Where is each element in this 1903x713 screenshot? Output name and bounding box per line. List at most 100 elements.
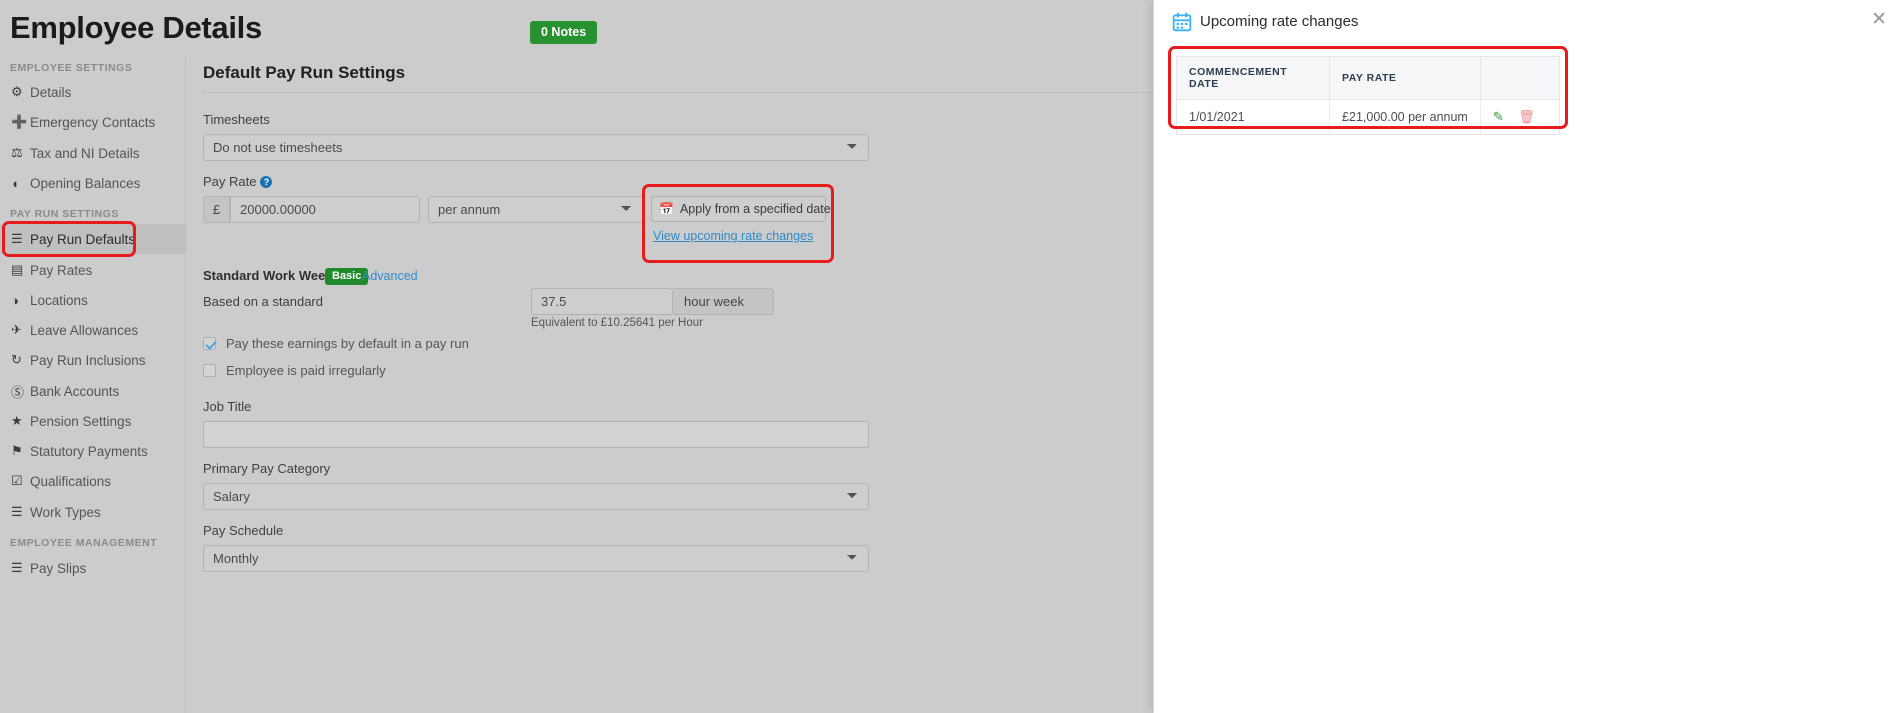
sidebar-item-label: Pay Run Inclusions [30, 352, 146, 368]
timesheets-select[interactable]: Do not use timesheets [203, 134, 869, 161]
currency-prefix: £ [203, 196, 230, 223]
sidebar-item-label: Work Types [30, 504, 101, 520]
drawer-header: Upcoming rate changes ✕ [1154, 0, 1903, 45]
pay-schedule-label: Pay Schedule [203, 523, 284, 538]
sidebar-item-statutory-payments[interactable]: ⚑ Statutory Payments [0, 436, 186, 466]
calendar-icon: 📅 [659, 202, 674, 216]
main-content: Default Pay Run Settings Timesheets Do n… [187, 57, 1153, 713]
sidebar-group-employee-settings: EMPLOYEE SETTINGS [10, 62, 133, 74]
upcoming-rate-changes-table: COMMENCEMENT DATE PAY RATE 1/01/2021 £21… [1176, 56, 1560, 135]
pay-rate-amount-input[interactable] [230, 196, 420, 223]
close-icon[interactable]: ✕ [1871, 10, 1887, 29]
employee-details-page: Employee Details 0 Notes EMPLOYEE SETTIN… [0, 0, 1903, 713]
sidebar-item-pay-rates[interactable]: ▤ Pay Rates [0, 255, 186, 285]
sidebar-item-pension-settings[interactable]: ★ Pension Settings [0, 406, 186, 436]
pay-earnings-by-default-checkbox-row[interactable]: Pay these earnings by default in a pay r… [203, 336, 469, 351]
sidebar-item-tax-and-ni-details[interactable]: ⚖ Tax and NI Details [0, 138, 186, 168]
paid-irregularly-checkbox-row[interactable]: Employee is paid irregularly [203, 363, 386, 378]
sidebar-item-label: Locations [30, 292, 88, 308]
sidebar-item-label: Pension Settings [30, 413, 132, 429]
section-title: Default Pay Run Settings [203, 63, 406, 82]
pay-rate-period-select[interactable]: per annum [428, 196, 643, 223]
checkbox-label: Employee is paid irregularly [226, 363, 386, 378]
sidebar-item-leave-allowances[interactable]: ✈ Leave Allowances [0, 315, 186, 345]
sidebar-item-label: Pay Run Defaults [30, 231, 136, 247]
column-header-pay-rate: PAY RATE [1329, 56, 1481, 100]
sidebar: EMPLOYEE SETTINGS PAY RUN SETTINGS EMPLO… [0, 57, 186, 713]
sidebar-item-emergency-contacts[interactable]: ➕ Emergency Contacts [0, 107, 186, 137]
sidebar-item-details[interactable]: ⚙ Details [0, 77, 186, 107]
sidebar-item-label: Emergency Contacts [30, 114, 156, 130]
sidebar-item-label: Qualifications [30, 473, 112, 489]
sidebar-item-label: Pay Slips [30, 560, 87, 576]
sidebar-item-qualifications[interactable]: ☑ Qualifications [0, 466, 186, 496]
pay-rate-label-text: Pay Rate [203, 174, 257, 189]
money-icon: ▤ [11, 262, 24, 277]
sidebar-item-label: Pay Rates [30, 262, 93, 278]
checkbox-icon[interactable] [203, 337, 216, 350]
sidebar-group-pay-run-settings: PAY RUN SETTINGS [10, 208, 119, 220]
sidebar-item-pay-run-inclusions[interactable]: ↻ Pay Run Inclusions [0, 345, 186, 375]
section-divider [203, 92, 1153, 93]
gear-icon: ⚙ [11, 84, 23, 99]
tag-icon: ⚑ [11, 443, 23, 458]
column-header-commencement-date: COMMENCEMENT DATE [1176, 56, 1331, 100]
refresh-icon: ↻ [11, 352, 22, 367]
sidebar-item-label: Statutory Payments [30, 443, 148, 459]
cell-actions: ✎ 🗑 [1480, 99, 1560, 135]
cell-commencement-date: 1/01/2021 [1176, 99, 1331, 135]
sidebar-item-pay-run-defaults[interactable]: ☰ Pay Run Defaults [0, 224, 186, 254]
plane-icon: ✈ [11, 322, 22, 337]
upcoming-rate-changes-drawer: Upcoming rate changes ✕ COMMENCEMENT DAT… [1153, 0, 1903, 713]
checkbox-icon: ☑ [11, 473, 23, 488]
sidebar-item-label: Bank Accounts [30, 383, 120, 399]
primary-pay-category-select[interactable]: Salary [203, 483, 869, 510]
table-header-row: COMMENCEMENT DATE PAY RATE [1176, 56, 1560, 100]
document-icon: ☰ [11, 560, 23, 575]
plus-icon: ➕ [11, 114, 28, 129]
apply-button-label: Apply from a specified date [679, 202, 831, 216]
cell-pay-rate: £21,000.00 per annum [1329, 99, 1481, 135]
sidebar-item-label: Tax and NI Details [30, 145, 140, 161]
sidebar-item-label: Leave Allowances [30, 322, 139, 338]
standard-work-week-label: Standard Work Week [203, 268, 333, 283]
primary-pay-category-label: Primary Pay Category [203, 461, 331, 476]
sidebar-item-bank-accounts[interactable]: Ⓢ Bank Accounts [0, 376, 186, 406]
checkbox-icon[interactable] [203, 364, 216, 377]
pay-rate-label: Pay Rate? [203, 174, 273, 189]
standard-hours-input[interactable] [531, 288, 673, 315]
checkbox-label: Pay these earnings by default in a pay r… [226, 336, 469, 351]
book-icon: ☰ [11, 504, 23, 519]
sidebar-group-employee-management: EMPLOYEE MANAGEMENT [10, 537, 158, 549]
page-title: Employee Details [10, 10, 262, 45]
help-icon[interactable]: ? [260, 176, 273, 188]
sidebar-item-locations[interactable]: ◑ Locations [0, 285, 186, 315]
sidebar-item-opening-balances[interactable]: ◖ Opening Balances [0, 168, 186, 198]
sidebar-item-label: Opening Balances [30, 175, 141, 191]
sidebar-item-label: Details [30, 84, 72, 100]
edit-icon[interactable]: ✎ [1493, 109, 1504, 125]
sidebar-item-work-types[interactable]: ☰ Work Types [0, 497, 186, 527]
pay-schedule-select[interactable]: Monthly [203, 545, 869, 572]
list-icon: ☰ [11, 231, 23, 246]
sidebar-item-pay-slips[interactable]: ☰ Pay Slips [0, 553, 186, 583]
based-on-standard-label: Based on a standard [203, 294, 323, 309]
apply-from-specified-date-button[interactable]: 📅 Apply from a specified date [651, 196, 831, 222]
page-header: Employee Details 0 Notes [0, 0, 1153, 57]
calendar-icon [1172, 12, 1192, 32]
job-title-input[interactable] [203, 421, 869, 448]
hour-week-suffix: hour week [673, 288, 774, 315]
column-header-actions [1480, 56, 1560, 100]
view-upcoming-rate-changes-link[interactable]: View upcoming rate changes [653, 229, 813, 243]
dollar-circle-icon: Ⓢ [11, 384, 25, 400]
star-icon: ★ [11, 413, 23, 428]
table-row: 1/01/2021 £21,000.00 per annum ✎ 🗑 [1176, 99, 1560, 135]
timesheets-label: Timesheets [203, 112, 270, 127]
leaf-icon: ◖ [11, 175, 19, 191]
drawer-title: Upcoming rate changes [1200, 13, 1359, 30]
advanced-link[interactable]: Advanced [362, 269, 418, 283]
notes-badge[interactable]: 0 Notes [530, 21, 598, 44]
equivalent-hourly-rate-text: Equivalent to £10.25641 per Hour [531, 317, 703, 329]
delete-icon[interactable]: 🗑 [1518, 109, 1535, 125]
globe-icon: ◑ [11, 292, 19, 308]
